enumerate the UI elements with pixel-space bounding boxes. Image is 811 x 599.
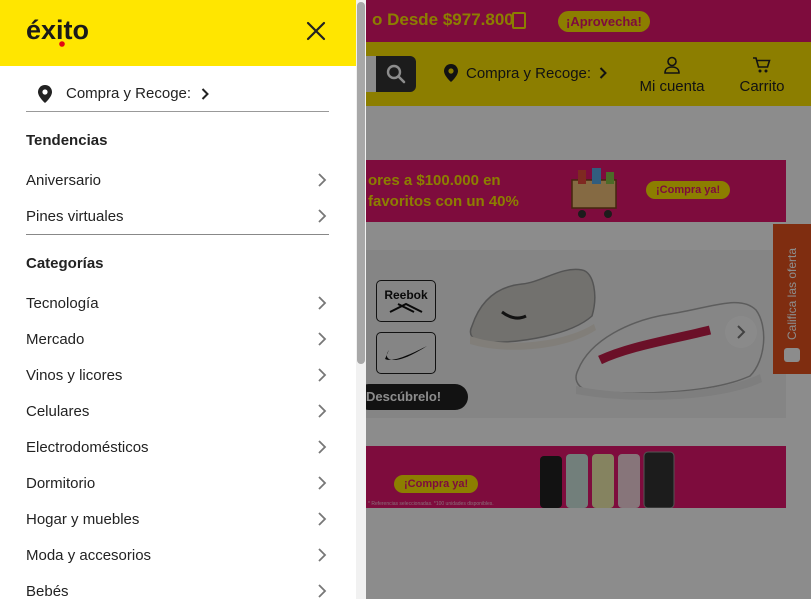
drawer-header: éxito [0, 0, 356, 66]
location-pin-icon [38, 84, 52, 103]
exito-logo[interactable]: éxito [26, 14, 106, 48]
menu-item-dormitorio[interactable]: Dormitorio [26, 465, 329, 501]
chevron-right-icon [318, 173, 327, 187]
menu-item-label: Hogar y muebles [26, 510, 140, 528]
logo-wordmark: éxito [26, 15, 89, 45]
scrollbar-thumb[interactable] [357, 2, 365, 364]
navigation-drawer: éxito Compra y Recoge: Tendencias Aniver… [0, 0, 366, 599]
menu-item-celulares[interactable]: Celulares [26, 393, 329, 429]
section-title-tendencias: Tendencias [26, 132, 108, 149]
menu-item-label: Pines virtuales [26, 207, 124, 225]
close-icon [306, 21, 326, 41]
menu-item-label: Bebés [26, 582, 69, 599]
menu-item-label: Moda y accesorios [26, 546, 152, 564]
store-pickup-selector[interactable]: Compra y Recoge: [26, 76, 329, 112]
section-divider [26, 234, 329, 235]
chevron-right-icon [318, 440, 327, 454]
menu-item-label: Mercado [26, 330, 85, 348]
drawer-menu: Compra y Recoge: Tendencias Aniversario … [0, 66, 356, 599]
menu-item-aniversario[interactable]: Aniversario [26, 162, 329, 198]
close-drawer-button[interactable] [302, 17, 330, 45]
menu-item-hogar-y-muebles[interactable]: Hogar y muebles [26, 501, 329, 537]
menu-item-mercado[interactable]: Mercado [26, 321, 329, 357]
chevron-right-icon [318, 512, 327, 526]
menu-item-moda-y-accesorios[interactable]: Moda y accesorios [26, 537, 329, 573]
menu-item-label: Tecnología [26, 294, 99, 312]
chevron-right-icon [201, 87, 209, 100]
menu-item-label: Dormitorio [26, 474, 96, 492]
drawer-scrollbar[interactable] [356, 0, 366, 599]
chevron-right-icon [318, 548, 327, 562]
chevron-right-icon [318, 368, 327, 382]
section-title-categorias: Categorías [26, 255, 104, 272]
logo-red-dot [59, 41, 65, 47]
menu-item-electrodomesticos[interactable]: Electrodomésticos [26, 429, 329, 465]
menu-item-tecnologia[interactable]: Tecnología [26, 285, 329, 321]
chevron-right-icon [318, 476, 327, 490]
chevron-right-icon [318, 296, 327, 310]
store-pickup-label: Compra y Recoge: [66, 85, 192, 102]
menu-item-bebes[interactable]: Bebés [26, 573, 329, 599]
chevron-right-icon [318, 404, 327, 418]
menu-item-label: Electrodomésticos [26, 438, 149, 456]
chevron-right-icon [318, 584, 327, 598]
menu-item-label: Vinos y licores [26, 366, 123, 384]
chevron-right-icon [318, 332, 327, 346]
menu-item-pines-virtuales[interactable]: Pines virtuales [26, 198, 329, 234]
menu-item-label: Aniversario [26, 171, 102, 189]
menu-item-vinos-y-licores[interactable]: Vinos y licores [26, 357, 329, 393]
chevron-right-icon [318, 209, 327, 223]
menu-item-label: Celulares [26, 402, 90, 420]
